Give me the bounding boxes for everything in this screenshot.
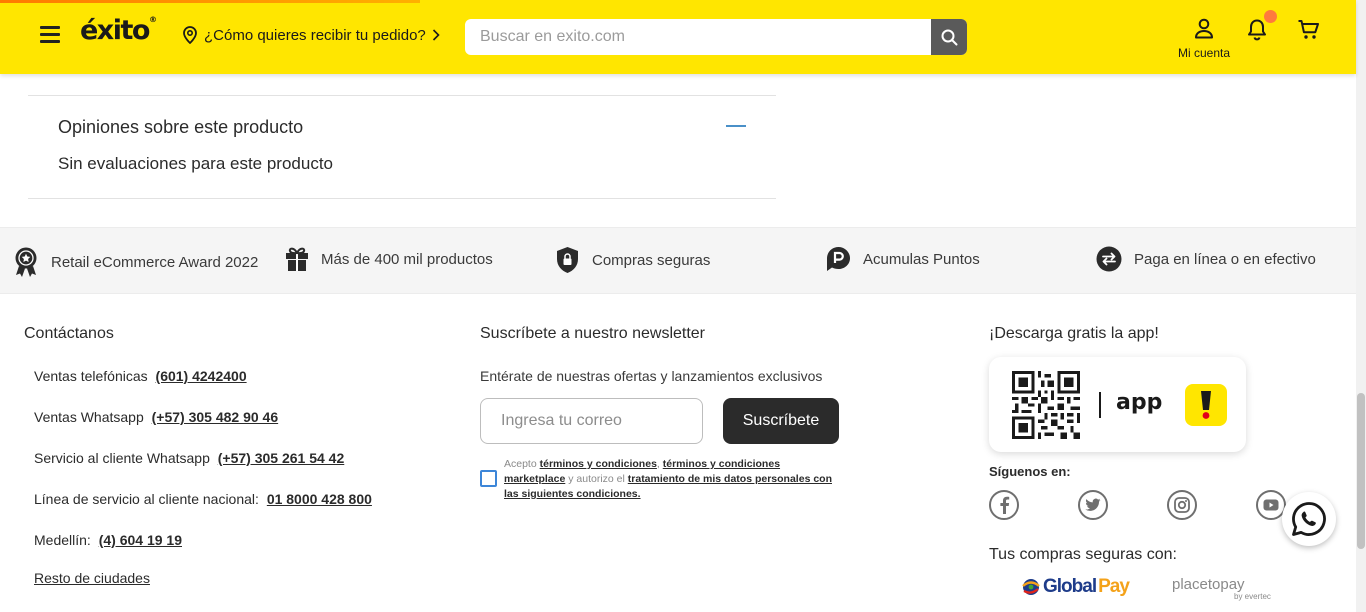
contact-phone-link[interactable]: (+57) 305 482 90 46 bbox=[152, 409, 279, 425]
search-icon bbox=[941, 29, 957, 45]
placetopay-text: placetopay bbox=[1172, 576, 1245, 593]
gift-icon bbox=[286, 247, 308, 271]
exchange-arrows-icon bbox=[1096, 246, 1122, 272]
user-icon bbox=[1195, 18, 1213, 39]
benefit-label: Acumulas Puntos bbox=[863, 250, 980, 268]
search-button[interactable] bbox=[931, 19, 967, 55]
reviews-title[interactable]: Opiniones sobre este producto bbox=[58, 117, 303, 138]
exclamation-icon bbox=[1201, 391, 1211, 419]
chevron-right-icon bbox=[432, 29, 440, 41]
page: éxito® ¿Cómo quieres recibir tu pedido? bbox=[0, 0, 1366, 612]
contact-row: Medellín: (4) 604 19 19 bbox=[34, 532, 182, 548]
benefit-award: Retail eCommerce Award 2022 bbox=[13, 246, 258, 278]
header-accent-line bbox=[0, 0, 420, 3]
globalpay-globe-icon bbox=[1022, 579, 1040, 595]
bell-icon bbox=[1248, 19, 1266, 41]
subscribe-button[interactable]: Suscríbete bbox=[723, 398, 839, 444]
newsletter-email-input[interactable] bbox=[480, 398, 703, 444]
terms-prefix: Acepto bbox=[504, 458, 537, 470]
benefit-label: Más de 400 mil productos bbox=[321, 250, 493, 268]
location-pin-icon bbox=[183, 26, 197, 44]
notification-dot bbox=[1264, 10, 1277, 23]
newsletter-subtitle: Entérate de nuestras ofertas y lanzamien… bbox=[480, 368, 823, 384]
contact-row: Ventas Whatsapp (+57) 305 482 90 46 bbox=[34, 409, 278, 425]
divider bbox=[28, 95, 776, 96]
app-download-card[interactable]: app bbox=[989, 357, 1246, 452]
contact-row: Línea de servicio al cliente nacional: 0… bbox=[34, 491, 372, 507]
account-button[interactable]: Mi cuenta bbox=[1170, 18, 1238, 60]
terms-checkbox[interactable] bbox=[480, 470, 497, 487]
divider bbox=[28, 198, 776, 199]
twitter-icon[interactable] bbox=[1078, 490, 1108, 520]
contact-row: Servicio al cliente Whatsapp (+57) 305 2… bbox=[34, 450, 344, 466]
shield-lock-icon bbox=[557, 247, 578, 273]
globalpay-text-b: Pay bbox=[1098, 576, 1130, 597]
reviews-empty-text: Sin evaluaciones para este producto bbox=[58, 154, 334, 173]
app-text: app bbox=[1116, 390, 1163, 415]
qr-code-icon bbox=[1012, 371, 1080, 439]
cart-icon bbox=[1298, 20, 1319, 39]
benefit-label: Compras seguras bbox=[592, 251, 711, 269]
rest-of-cities-link[interactable]: Resto de ciudades bbox=[34, 570, 150, 586]
contact-phone-link[interactable]: 01 8000 428 800 bbox=[267, 491, 372, 507]
instagram-icon[interactable] bbox=[1167, 490, 1197, 520]
contact-label: Ventas telefónicas bbox=[34, 368, 148, 384]
contact-phone-link[interactable]: (601) 4242400 bbox=[156, 368, 247, 384]
contact-label: Línea de servicio al cliente nacional: bbox=[34, 491, 259, 507]
exito-logo[interactable]: éxito® bbox=[80, 15, 157, 46]
placetopay-subtext: by evertec bbox=[1234, 592, 1271, 601]
award-ribbon-icon bbox=[15, 247, 37, 277]
search-bar bbox=[465, 19, 967, 55]
benefit-label: Retail eCommerce Award 2022 bbox=[51, 253, 259, 271]
terms-text: Acepto términos y condiciones, términos … bbox=[504, 458, 832, 500]
divider bbox=[1099, 392, 1101, 418]
social-title: Síguenos en: bbox=[989, 464, 1071, 479]
benefit-payment: Paga en línea o en efectivo bbox=[1096, 246, 1316, 272]
hamburger-menu-icon[interactable] bbox=[40, 26, 60, 44]
benefit-secure: Compras seguras bbox=[555, 246, 710, 274]
delivery-selector[interactable]: ¿Cómo quieres recibir tu pedido? bbox=[182, 26, 440, 44]
facebook-icon[interactable] bbox=[989, 490, 1019, 520]
globalpay-text-a: Global bbox=[1043, 576, 1097, 597]
contact-phone-link[interactable]: (4) 604 19 19 bbox=[99, 532, 182, 548]
whatsapp-icon bbox=[1292, 502, 1326, 536]
whatsapp-float-button[interactable] bbox=[1282, 492, 1336, 546]
contact-title: Contáctanos bbox=[24, 325, 114, 342]
benefit-points: Acumulas Puntos bbox=[826, 246, 980, 272]
terms-link[interactable]: términos y condiciones bbox=[540, 458, 657, 470]
globalpay-logo: Global Pay bbox=[1021, 576, 1130, 598]
exito-app-icon bbox=[1185, 384, 1227, 426]
notifications-button[interactable] bbox=[1246, 10, 1277, 45]
logo-text: éxito bbox=[80, 15, 150, 46]
secure-payments-title: Tus compras seguras con: bbox=[989, 546, 1177, 563]
benefit-products: Más de 400 mil productos bbox=[285, 246, 493, 272]
cart-button[interactable] bbox=[1297, 19, 1321, 45]
app-title: ¡Descarga gratis la app! bbox=[989, 325, 1159, 342]
contact-label: Ventas Whatsapp bbox=[34, 409, 144, 425]
top-header: éxito® ¿Cómo quieres recibir tu pedido? bbox=[0, 0, 1356, 74]
scrollbar-thumb[interactable] bbox=[1357, 393, 1365, 549]
search-input[interactable] bbox=[465, 19, 931, 55]
placetopay-logo: placetopay by evertec bbox=[1172, 576, 1271, 601]
contact-label: Servicio al cliente Whatsapp bbox=[34, 450, 210, 466]
benefit-label: Paga en línea o en efectivo bbox=[1134, 250, 1316, 268]
newsletter-title: Suscríbete a nuestro newsletter bbox=[480, 325, 706, 342]
benefits-bar: Retail eCommerce Award 2022 Más de 400 m… bbox=[0, 227, 1356, 294]
minus-icon[interactable] bbox=[726, 118, 746, 132]
terms-mid: y autorizo el bbox=[568, 473, 625, 485]
logo-registered-mark: ® bbox=[148, 15, 157, 24]
account-label: Mi cuenta bbox=[1177, 46, 1231, 60]
contact-phone-link[interactable]: (+57) 305 261 54 42 bbox=[218, 450, 345, 466]
contact-label: Medellín: bbox=[34, 532, 91, 548]
contact-row: Ventas telefónicas (601) 4242400 bbox=[34, 368, 247, 384]
points-p-icon bbox=[827, 247, 850, 271]
delivery-text: ¿Cómo quieres recibir tu pedido? bbox=[204, 26, 426, 44]
